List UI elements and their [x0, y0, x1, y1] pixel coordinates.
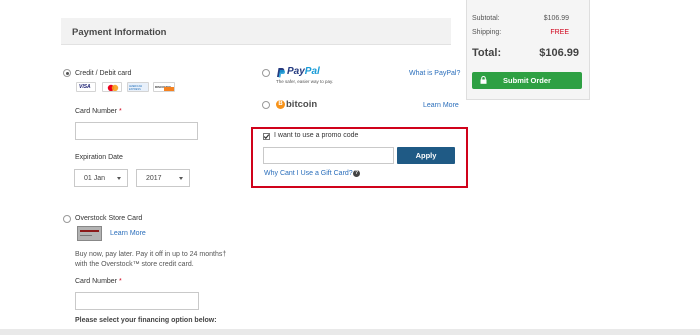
store-card-option-label: Overstock Store Card	[75, 215, 143, 222]
credit-card-radio[interactable]	[63, 69, 71, 77]
financing-option-label: Please select your financing option belo…	[75, 317, 217, 324]
visa-logo-icon: VISA	[76, 82, 96, 92]
mastercard-logo-icon	[102, 82, 122, 92]
expiration-month-value: 01 Jan	[84, 175, 106, 182]
bitcoin-icon: B	[276, 100, 285, 109]
subtotal-label: Subtotal:	[472, 15, 500, 22]
paypal-logo-text-2: Pal	[304, 66, 320, 77]
checkmark-icon	[263, 134, 270, 140]
visa-logo-text: VISA	[79, 84, 91, 90]
credit-card-option-label: Credit / Debit card	[75, 70, 132, 77]
store-card-number-label: Card Number *	[75, 278, 122, 285]
card-number-input[interactable]	[75, 122, 198, 140]
total-label: Total:	[472, 47, 502, 59]
amex-logo-icon: AMERICAN EXPRESS	[127, 82, 149, 92]
mastercard-circles-icon	[107, 84, 119, 91]
shipping-value: FREE	[550, 29, 569, 36]
bitcoin-learn-more-link[interactable]: Learn More	[423, 102, 459, 109]
store-card-description-line-2: with the Overstock™ store credit card.	[75, 261, 194, 268]
expiration-date-label: Expiration Date	[75, 154, 123, 161]
promo-code-input[interactable]	[263, 147, 394, 164]
bitcoin-radio[interactable]	[262, 101, 270, 109]
submit-order-label: Submit Order	[503, 76, 551, 85]
discover-logo-icon: DISCOVER	[153, 82, 175, 92]
promo-code-checkbox[interactable]	[263, 133, 270, 140]
shipping-label: Shipping:	[472, 29, 502, 36]
expiration-month-select[interactable]: 01 Jan	[74, 169, 128, 187]
paypal-radio[interactable]	[262, 69, 270, 77]
bottom-divider	[0, 329, 700, 335]
expiration-year-select[interactable]: 2017	[136, 169, 190, 187]
store-card-learn-more-link[interactable]: Learn More	[110, 230, 146, 237]
submit-order-button[interactable]: Submit Order	[472, 72, 582, 89]
card-number-label: Card Number *	[75, 108, 122, 115]
apply-button[interactable]: Apply	[397, 147, 455, 164]
paypal-p-icon	[277, 68, 285, 78]
payment-header: Payment Information	[61, 18, 451, 45]
what-is-paypal-link[interactable]: What is PayPal?	[409, 70, 460, 77]
paypal-tagline: The safer, easier way to pay.	[276, 79, 334, 84]
total-value: $106.99	[539, 47, 579, 59]
promo-code-checkbox-label: I want to use a promo code	[274, 132, 359, 139]
bitcoin-logo-text: bitcoin	[286, 99, 318, 110]
gift-card-link[interactable]: Why Cant I Use a Gift Card?	[264, 170, 353, 177]
store-card-radio[interactable]	[63, 215, 71, 223]
subtotal-value: $106.99	[543, 15, 569, 22]
amex-logo-text: AMERICAN EXPRESS	[129, 85, 143, 91]
chevron-down-icon	[179, 177, 183, 180]
store-card-number-input[interactable]	[75, 292, 199, 310]
store-card-description-line-1: Buy now, pay later. Pay it off in up to …	[75, 251, 227, 258]
page-title: Payment Information	[72, 27, 167, 38]
expiration-year-value: 2017	[146, 175, 162, 182]
help-icon[interactable]: ?	[353, 170, 360, 177]
store-card-image	[77, 226, 102, 241]
chevron-down-icon	[117, 177, 121, 180]
paypal-logo-text-1: Pay	[287, 66, 305, 77]
